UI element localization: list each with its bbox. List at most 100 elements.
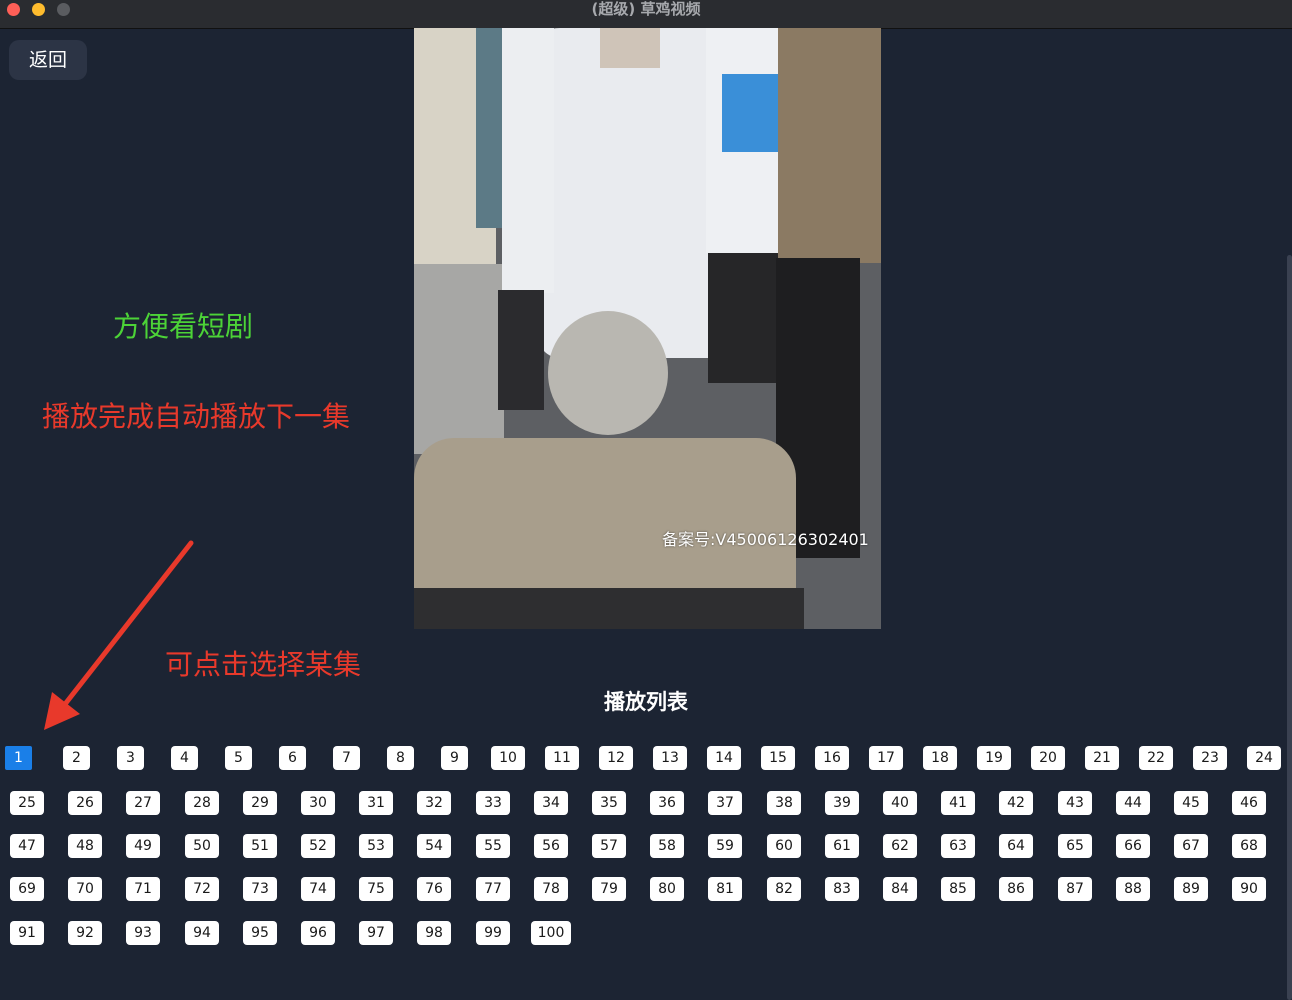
episode-button[interactable]: 10: [491, 746, 525, 770]
episode-button[interactable]: 51: [243, 834, 277, 858]
episode-button[interactable]: 81: [708, 877, 742, 901]
episode-button[interactable]: 27: [126, 791, 160, 815]
episode-button[interactable]: 30: [301, 791, 335, 815]
episode-button[interactable]: 70: [68, 877, 102, 901]
episode-button[interactable]: 73: [243, 877, 277, 901]
episode-button[interactable]: 65: [1058, 834, 1092, 858]
episode-button[interactable]: 14: [707, 746, 741, 770]
episode-button[interactable]: 36: [650, 791, 684, 815]
episode-button[interactable]: 83: [825, 877, 859, 901]
episode-button[interactable]: 5: [225, 746, 252, 770]
episode-button[interactable]: 49: [126, 834, 160, 858]
episode-button[interactable]: 80: [650, 877, 684, 901]
episode-button[interactable]: 22: [1139, 746, 1173, 770]
episode-button[interactable]: 18: [923, 746, 957, 770]
episode-button[interactable]: 87: [1058, 877, 1092, 901]
episode-button[interactable]: 97: [359, 921, 393, 945]
episode-button[interactable]: 55: [476, 834, 510, 858]
episode-button[interactable]: 21: [1085, 746, 1119, 770]
episode-button[interactable]: 4: [171, 746, 198, 770]
episode-button[interactable]: 59: [708, 834, 742, 858]
episode-button[interactable]: 26: [68, 791, 102, 815]
episode-button[interactable]: 50: [185, 834, 219, 858]
episode-button[interactable]: 17: [869, 746, 903, 770]
episode-button[interactable]: 1: [5, 746, 32, 770]
episode-button[interactable]: 53: [359, 834, 393, 858]
episode-button[interactable]: 96: [301, 921, 335, 945]
episode-button[interactable]: 11: [545, 746, 579, 770]
episode-button[interactable]: 67: [1174, 834, 1208, 858]
episode-button[interactable]: 88: [1116, 877, 1150, 901]
episode-button[interactable]: 24: [1247, 746, 1281, 770]
episode-button[interactable]: 93: [126, 921, 160, 945]
episode-button[interactable]: 42: [999, 791, 1033, 815]
episode-button[interactable]: 23: [1193, 746, 1227, 770]
episode-button[interactable]: 85: [941, 877, 975, 901]
episode-button[interactable]: 28: [185, 791, 219, 815]
episode-button[interactable]: 19: [977, 746, 1011, 770]
episode-button[interactable]: 3: [117, 746, 144, 770]
episode-button[interactable]: 100: [531, 921, 571, 945]
episode-button[interactable]: 41: [941, 791, 975, 815]
episode-button[interactable]: 76: [417, 877, 451, 901]
episode-button[interactable]: 8: [387, 746, 414, 770]
episode-button[interactable]: 47: [10, 834, 44, 858]
episode-button[interactable]: 69: [10, 877, 44, 901]
episode-button[interactable]: 60: [767, 834, 801, 858]
episode-button[interactable]: 20: [1031, 746, 1065, 770]
episode-button[interactable]: 78: [534, 877, 568, 901]
episode-button[interactable]: 16: [815, 746, 849, 770]
episode-button[interactable]: 75: [359, 877, 393, 901]
episode-button[interactable]: 57: [592, 834, 626, 858]
episode-button[interactable]: 72: [185, 877, 219, 901]
episode-button[interactable]: 95: [243, 921, 277, 945]
episode-button[interactable]: 98: [417, 921, 451, 945]
episode-button[interactable]: 38: [767, 791, 801, 815]
episode-button[interactable]: 48: [68, 834, 102, 858]
episode-button[interactable]: 82: [767, 877, 801, 901]
episode-button[interactable]: 33: [476, 791, 510, 815]
episode-button[interactable]: 84: [883, 877, 917, 901]
episode-button[interactable]: 32: [417, 791, 451, 815]
episode-button[interactable]: 13: [653, 746, 687, 770]
episode-button[interactable]: 54: [417, 834, 451, 858]
episode-button[interactable]: 7: [333, 746, 360, 770]
episode-button[interactable]: 90: [1232, 877, 1266, 901]
episode-button[interactable]: 89: [1174, 877, 1208, 901]
episode-button[interactable]: 74: [301, 877, 335, 901]
episode-button[interactable]: 2: [63, 746, 90, 770]
episode-button[interactable]: 46: [1232, 791, 1266, 815]
episode-button[interactable]: 12: [599, 746, 633, 770]
episode-button[interactable]: 35: [592, 791, 626, 815]
episode-button[interactable]: 62: [883, 834, 917, 858]
episode-button[interactable]: 79: [592, 877, 626, 901]
episode-button[interactable]: 71: [126, 877, 160, 901]
episode-button[interactable]: 86: [999, 877, 1033, 901]
episode-button[interactable]: 66: [1116, 834, 1150, 858]
episode-button[interactable]: 52: [301, 834, 335, 858]
episode-button[interactable]: 43: [1058, 791, 1092, 815]
episode-button[interactable]: 40: [883, 791, 917, 815]
episode-button[interactable]: 15: [761, 746, 795, 770]
episode-button[interactable]: 56: [534, 834, 568, 858]
scrollbar[interactable]: [1287, 255, 1292, 1000]
episode-button[interactable]: 99: [476, 921, 510, 945]
episode-button[interactable]: 39: [825, 791, 859, 815]
episode-button[interactable]: 37: [708, 791, 742, 815]
episode-button[interactable]: 34: [534, 791, 568, 815]
episode-button[interactable]: 9: [441, 746, 468, 770]
episode-button[interactable]: 77: [476, 877, 510, 901]
episode-button[interactable]: 63: [941, 834, 975, 858]
episode-button[interactable]: 6: [279, 746, 306, 770]
episode-button[interactable]: 92: [68, 921, 102, 945]
episode-button[interactable]: 61: [825, 834, 859, 858]
episode-button[interactable]: 64: [999, 834, 1033, 858]
episode-button[interactable]: 68: [1232, 834, 1266, 858]
episode-button[interactable]: 94: [185, 921, 219, 945]
episode-button[interactable]: 31: [359, 791, 393, 815]
episode-button[interactable]: 91: [10, 921, 44, 945]
episode-button[interactable]: 25: [10, 791, 44, 815]
episode-button[interactable]: 58: [650, 834, 684, 858]
episode-button[interactable]: 44: [1116, 791, 1150, 815]
episode-button[interactable]: 29: [243, 791, 277, 815]
